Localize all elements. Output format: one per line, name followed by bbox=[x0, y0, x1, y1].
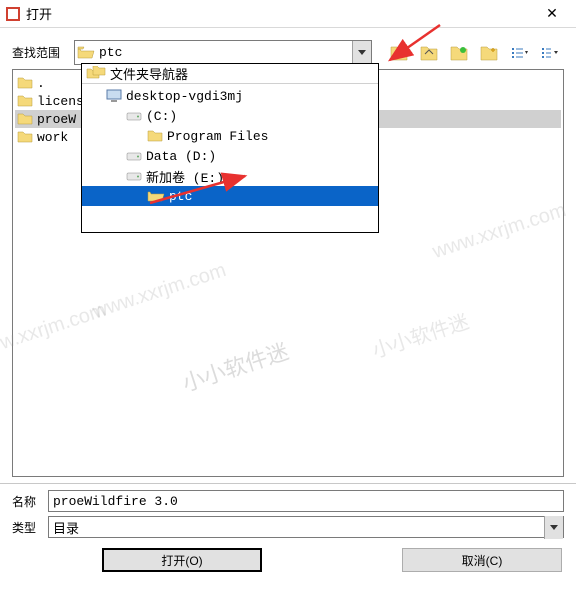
folder-icon bbox=[17, 94, 33, 108]
chevron-down-icon bbox=[550, 525, 558, 530]
button-row: 打开(O) 取消(C) bbox=[12, 548, 564, 572]
open-button[interactable]: 打开(O) bbox=[102, 548, 262, 572]
folder-icon bbox=[147, 129, 163, 143]
navigator-title: 文件夹导航器 bbox=[110, 64, 188, 83]
nav-label: ptc bbox=[169, 189, 192, 204]
list-view-icon[interactable] bbox=[508, 42, 530, 64]
navigator-header: 文件夹导航器 bbox=[82, 64, 378, 84]
type-combo[interactable]: 目录 bbox=[48, 516, 564, 538]
type-row: 类型 目录 bbox=[12, 516, 564, 538]
folder-navigator-dropdown[interactable]: 文件夹导航器 desktop-vgdi3mj (C:) Program File… bbox=[81, 63, 379, 233]
nav-label: Program Files bbox=[167, 129, 268, 144]
nav-item-computer[interactable]: desktop-vgdi3mj bbox=[82, 86, 378, 106]
home-icon[interactable] bbox=[418, 42, 440, 64]
nav-label: (C:) bbox=[146, 109, 177, 124]
chevron-down-icon bbox=[358, 50, 366, 55]
folder-icon bbox=[17, 112, 33, 126]
type-value: 目录 bbox=[53, 518, 544, 537]
lookin-combo[interactable]: ptc bbox=[74, 40, 372, 65]
type-label: 类型 bbox=[12, 519, 42, 536]
folder-icon bbox=[17, 130, 33, 144]
folder-open-icon bbox=[147, 189, 165, 203]
computer-icon bbox=[106, 89, 122, 103]
nav-item-drive-d[interactable]: Data (D:) bbox=[82, 146, 378, 166]
working-folder-icon[interactable] bbox=[448, 42, 470, 64]
drive-icon bbox=[126, 110, 142, 122]
nav-label: 新加卷 (E:) bbox=[146, 167, 224, 186]
type-dropdown-button[interactable] bbox=[544, 516, 563, 539]
toolbar bbox=[388, 42, 560, 64]
up-folder-icon[interactable] bbox=[388, 42, 410, 64]
close-button[interactable]: ✕ bbox=[532, 2, 572, 26]
nav-item-program-files[interactable]: Program Files bbox=[82, 126, 378, 146]
lookin-label: 查找范围 bbox=[12, 44, 68, 61]
tools-icon[interactable] bbox=[538, 42, 560, 64]
titlebar: 打开 ✕ bbox=[0, 0, 576, 28]
lookin-value: ptc bbox=[99, 45, 352, 60]
lookin-row: 查找范围 ptc bbox=[12, 40, 564, 65]
nav-item-drive-c[interactable]: (C:) bbox=[82, 106, 378, 126]
drive-icon bbox=[126, 170, 142, 182]
cancel-button[interactable]: 取消(C) bbox=[402, 548, 562, 572]
navigator-tree: desktop-vgdi3mj (C:) Program Files Data … bbox=[82, 84, 378, 208]
name-label: 名称 bbox=[12, 493, 42, 510]
file-name: proeW bbox=[37, 112, 76, 127]
folder-icon bbox=[17, 76, 33, 90]
name-row: 名称 bbox=[12, 490, 564, 512]
name-input[interactable] bbox=[48, 490, 564, 512]
file-name: work bbox=[37, 130, 68, 145]
folders-icon bbox=[86, 66, 106, 82]
app-icon bbox=[6, 7, 20, 21]
nav-item-drive-e[interactable]: 新加卷 (E:) bbox=[82, 166, 378, 186]
new-folder-icon[interactable] bbox=[478, 42, 500, 64]
nav-label: desktop-vgdi3mj bbox=[126, 89, 243, 104]
nav-label: Data (D:) bbox=[146, 149, 216, 164]
window-title: 打开 bbox=[26, 4, 532, 23]
nav-item-ptc[interactable]: ptc bbox=[82, 186, 378, 206]
file-name: . bbox=[37, 76, 45, 91]
folder-open-icon bbox=[77, 45, 95, 61]
dropdown-button[interactable] bbox=[352, 41, 371, 64]
drive-icon bbox=[126, 150, 142, 162]
separator bbox=[0, 483, 576, 484]
